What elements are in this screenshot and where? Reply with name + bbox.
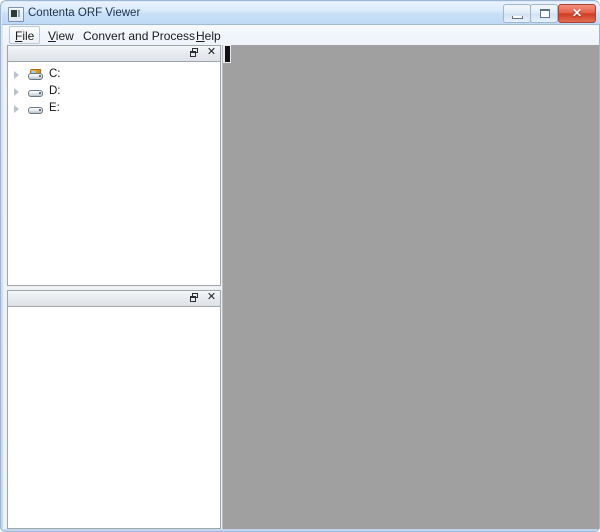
- left-dock-column: ✕ C: D: E: ✕: [3, 45, 223, 529]
- close-icon: ✕: [571, 6, 583, 20]
- menu-item-file[interactable]: File: [9, 26, 41, 44]
- tree-item-e[interactable]: E:: [8, 100, 220, 117]
- float-pane-icon[interactable]: [188, 46, 201, 60]
- window-title: Contenta ORF Viewer: [28, 7, 141, 19]
- chevron-right-icon[interactable]: [14, 105, 19, 113]
- image-canvas[interactable]: [223, 45, 599, 529]
- dock-divider[interactable]: [222, 45, 223, 529]
- application-window: Contenta ORF Viewer ✕ File View Convert …: [0, 0, 600, 532]
- minimize-button[interactable]: [503, 4, 531, 23]
- menu-item-file-label: ile: [22, 29, 35, 43]
- close-button[interactable]: ✕: [558, 4, 596, 23]
- drive-icon: [27, 103, 44, 115]
- minimize-icon: [512, 16, 523, 19]
- system-drive-icon: [27, 69, 44, 81]
- float-pane-icon[interactable]: [188, 291, 201, 305]
- tree-item-d-label: D:: [49, 85, 61, 97]
- drive-tree: C: D: E:: [8, 66, 220, 117]
- menu-item-convert-and-process-label: Convert and Process: [83, 29, 196, 43]
- tree-item-d[interactable]: D:: [8, 83, 220, 100]
- maximize-icon: [540, 9, 550, 18]
- file-list-pane: ✕: [7, 290, 221, 529]
- dock-splitter-grip[interactable]: [223, 45, 232, 63]
- chevron-right-icon[interactable]: [14, 71, 19, 79]
- menu-item-help[interactable]: Help: [190, 26, 227, 44]
- maximize-button[interactable]: [530, 4, 558, 23]
- folder-tree-pane-header-buttons: ✕: [188, 46, 218, 60]
- file-list-pane-header-buttons: ✕: [188, 291, 218, 305]
- menu-item-view[interactable]: View: [42, 26, 80, 44]
- chevron-right-icon[interactable]: [14, 88, 19, 96]
- title-bar[interactable]: Contenta ORF Viewer ✕: [2, 2, 600, 25]
- menu-item-help-label: elp: [204, 29, 221, 43]
- tree-item-c[interactable]: C:: [8, 66, 220, 83]
- folder-tree-pane-header[interactable]: ✕: [7, 45, 221, 61]
- close-pane-icon[interactable]: ✕: [205, 46, 218, 60]
- tree-item-e-label: E:: [49, 102, 60, 114]
- client-area: ✕ C: D: E: ✕: [3, 45, 599, 529]
- file-list-pane-body[interactable]: [7, 306, 221, 529]
- folder-tree-pane-body[interactable]: C: D: E:: [7, 61, 221, 286]
- tree-item-c-label: C:: [49, 68, 61, 80]
- menu-item-view-label: iew: [55, 29, 74, 43]
- folder-tree-pane: ✕ C: D: E:: [7, 45, 221, 286]
- close-pane-icon[interactable]: ✕: [205, 291, 218, 305]
- drive-icon: [27, 86, 44, 98]
- app-image-viewer-icon: [8, 7, 24, 22]
- menu-item-convert-and-process[interactable]: Convert and Process: [77, 26, 201, 44]
- menu-bar: File View Convert and Process Help: [3, 25, 599, 46]
- file-list-pane-header[interactable]: ✕: [7, 290, 221, 306]
